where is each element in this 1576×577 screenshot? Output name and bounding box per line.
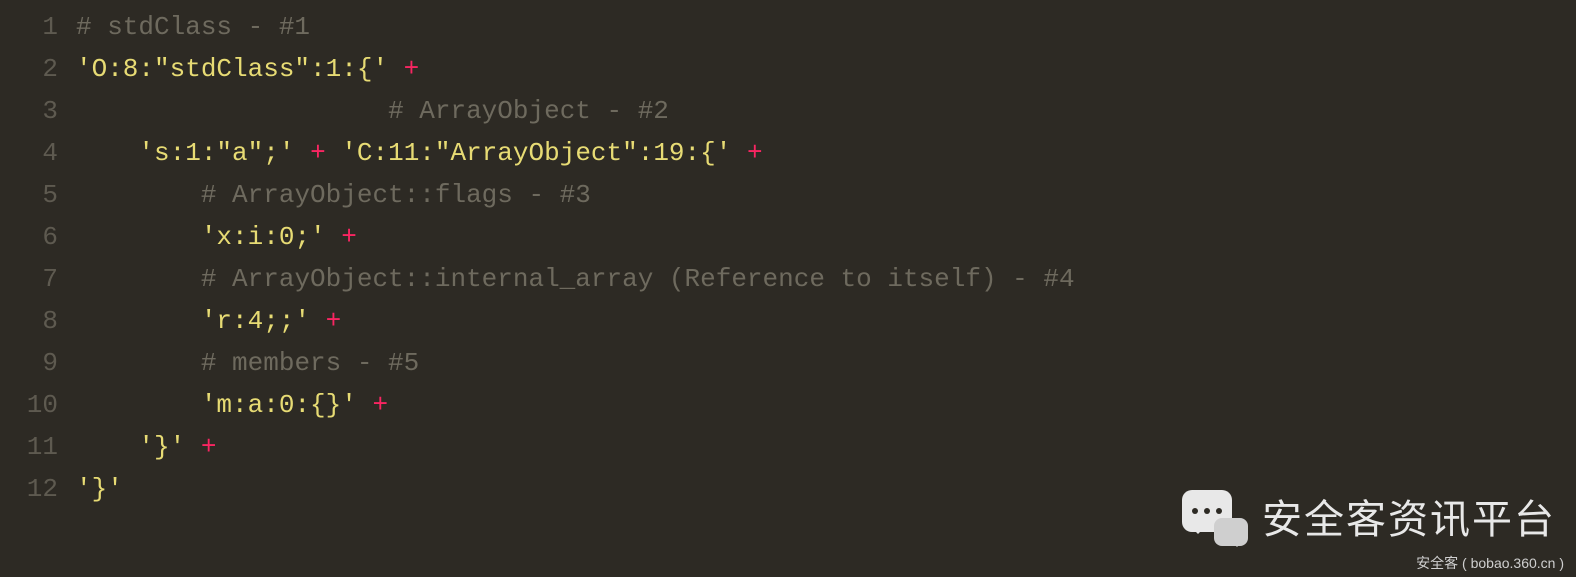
operator-token: + <box>747 138 763 168</box>
text-token <box>357 390 373 420</box>
text-token <box>326 222 342 252</box>
operator-token: + <box>341 222 357 252</box>
line-number: 5 <box>0 174 58 216</box>
code-line[interactable]: 'O:8:"stdClass":1:{' + <box>76 48 1576 90</box>
line-number: 2 <box>0 48 58 90</box>
operator-token: + <box>326 306 342 336</box>
line-number: 8 <box>0 300 58 342</box>
code-line[interactable]: # ArrayObject::flags - #3 <box>76 174 1576 216</box>
code-line[interactable]: 'r:4;;' + <box>76 300 1576 342</box>
line-number: 11 <box>0 426 58 468</box>
string-token: 'x:i:0;' <box>201 222 326 252</box>
code-line[interactable]: '}' + <box>76 426 1576 468</box>
operator-token: + <box>310 138 326 168</box>
line-number: 9 <box>0 342 58 384</box>
comment-token: # ArrayObject - #2 <box>388 96 669 126</box>
code-line[interactable]: 'm:a:0:{}' + <box>76 384 1576 426</box>
string-token: '}' <box>76 474 123 504</box>
comment-token: # ArrayObject::internal_array (Reference… <box>201 264 1075 294</box>
line-number: 10 <box>0 384 58 426</box>
comment-token: # members - #5 <box>201 348 419 378</box>
line-number: 1 <box>0 6 58 48</box>
code-line[interactable]: 'x:i:0;' + <box>76 216 1576 258</box>
wechat-bubbles-icon <box>1182 490 1248 550</box>
line-number-gutter: 123456789101112 <box>0 6 76 510</box>
code-area[interactable]: # stdClass - #1 'O:8:"stdClass":1:{' + # … <box>76 6 1576 510</box>
code-line[interactable]: # stdClass - #1 <box>76 6 1576 48</box>
code-line[interactable]: # ArrayObject::internal_array (Reference… <box>76 258 1576 300</box>
text-token <box>388 54 404 84</box>
line-number: 6 <box>0 216 58 258</box>
operator-token: + <box>201 432 217 462</box>
code-line[interactable]: # members - #5 <box>76 342 1576 384</box>
operator-token: + <box>372 390 388 420</box>
operator-token: + <box>404 54 420 84</box>
line-number: 4 <box>0 132 58 174</box>
text-token <box>294 138 310 168</box>
watermark-title: 安全客资讯平台 <box>1262 489 1556 551</box>
line-number: 12 <box>0 468 58 510</box>
line-number: 7 <box>0 258 58 300</box>
code-editor: 123456789101112 # stdClass - #1'O:8:"std… <box>0 0 1576 510</box>
string-token: '}' <box>138 432 185 462</box>
comment-token: # ArrayObject::flags - #3 <box>201 180 591 210</box>
code-line[interactable]: 's:1:"a";' + 'C:11:"ArrayObject":19:{' + <box>76 132 1576 174</box>
string-token: 'm:a:0:{}' <box>201 390 357 420</box>
string-token: 's:1:"a";' <box>138 138 294 168</box>
watermark-subtitle: 安全客 ( bobao.360.cn ) <box>1416 553 1564 575</box>
text-token <box>185 432 201 462</box>
line-number: 3 <box>0 90 58 132</box>
string-token: 'r:4;;' <box>201 306 310 336</box>
watermark: 安全客资讯平台 <box>1182 489 1556 551</box>
code-line[interactable]: # ArrayObject - #2 <box>76 90 1576 132</box>
text-token <box>731 138 747 168</box>
string-token: 'O:8:"stdClass":1:{' <box>76 54 388 84</box>
text-token <box>310 306 326 336</box>
string-token: 'C:11:"ArrayObject":19:{' <box>341 138 731 168</box>
text-token <box>326 138 342 168</box>
comment-token: # stdClass - #1 <box>76 12 310 42</box>
